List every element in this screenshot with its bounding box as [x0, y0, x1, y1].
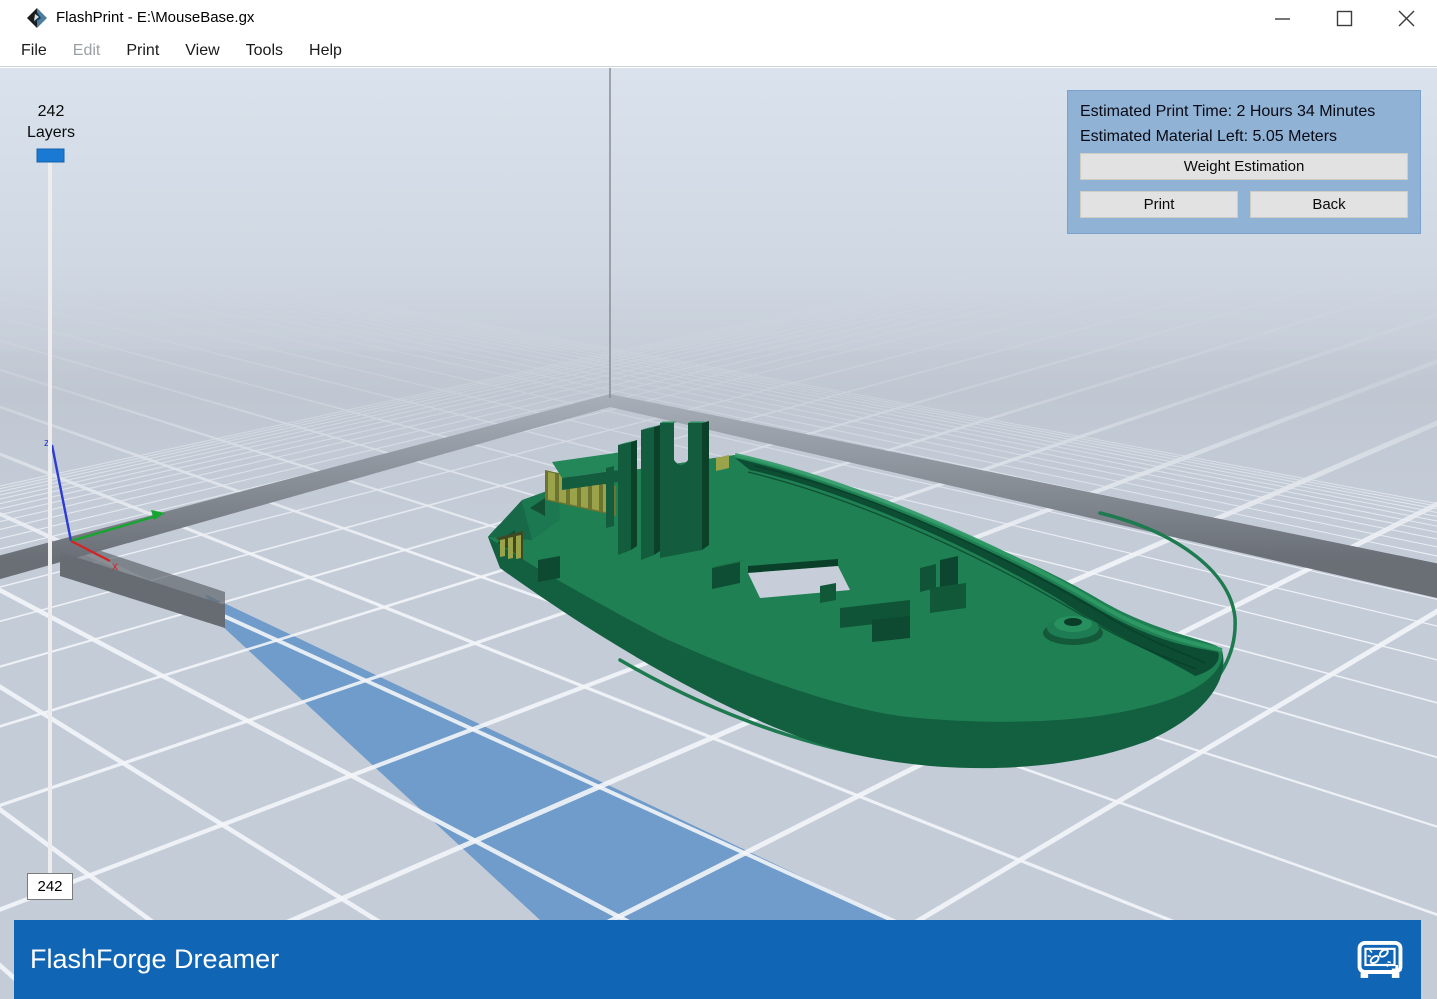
layer-unit-label: Layers — [26, 124, 76, 141]
print-button[interactable]: Print — [1080, 191, 1238, 218]
weight-estimation-button[interactable]: Weight Estimation — [1080, 153, 1408, 180]
back-button[interactable]: Back — [1250, 191, 1408, 218]
layer-slider-track[interactable] — [48, 162, 52, 873]
printer-status-bar: FlashForge Dreamer — [14, 920, 1421, 999]
print-time-label: Estimated Print Time: — [1080, 103, 1233, 120]
menu-help[interactable]: Help — [296, 39, 355, 63]
menu-bar: File Edit Print View Tools Help — [0, 36, 1437, 67]
current-layer-box[interactable]: 242 — [27, 873, 73, 900]
printer-disconnected-icon[interactable] — [1352, 933, 1408, 983]
minimize-button[interactable] — [1251, 0, 1313, 36]
maximize-button[interactable] — [1313, 0, 1375, 36]
layer-count-value: 242 — [37, 103, 65, 120]
material-row: Estimated Material Left: 5.05 Meters — [1080, 128, 1408, 146]
print-estimation-panel: Estimated Print Time: 2 Hours 34 Minutes… — [1067, 90, 1421, 234]
layer-count-label: 242 Layers — [8, 101, 94, 143]
flashprint-window: FlashPrint - E:\MouseBase.gx File Edit P… — [0, 0, 1437, 999]
print-time-value: 2 Hours 34 Minutes — [1236, 103, 1376, 120]
menu-file[interactable]: File — [8, 39, 60, 63]
window-controls — [1251, 0, 1437, 36]
flashprint-logo-icon — [27, 8, 47, 28]
window-title: FlashPrint - E:\MouseBase.gx — [56, 9, 255, 26]
title-bar: FlashPrint - E:\MouseBase.gx — [0, 0, 1437, 36]
menu-tools[interactable]: Tools — [233, 39, 296, 63]
printer-name: FlashForge Dreamer — [30, 944, 280, 974]
menu-print[interactable]: Print — [113, 39, 172, 63]
panel-button-row: Print Back — [1080, 191, 1408, 218]
menu-view[interactable]: View — [172, 39, 232, 63]
print-time-row: Estimated Print Time: 2 Hours 34 Minutes — [1080, 103, 1408, 121]
material-value: 5.05 Meters — [1252, 128, 1338, 145]
menu-edit: Edit — [72, 42, 101, 59]
material-label: Estimated Material Left: — [1080, 128, 1249, 145]
layer-slider-handle[interactable] — [36, 148, 65, 163]
close-button[interactable] — [1375, 0, 1437, 36]
x-axis-label: x — [112, 559, 118, 573]
3d-viewport[interactable]: z x 242 Layers 242 Estimated Print Time: — [0, 68, 1437, 999]
